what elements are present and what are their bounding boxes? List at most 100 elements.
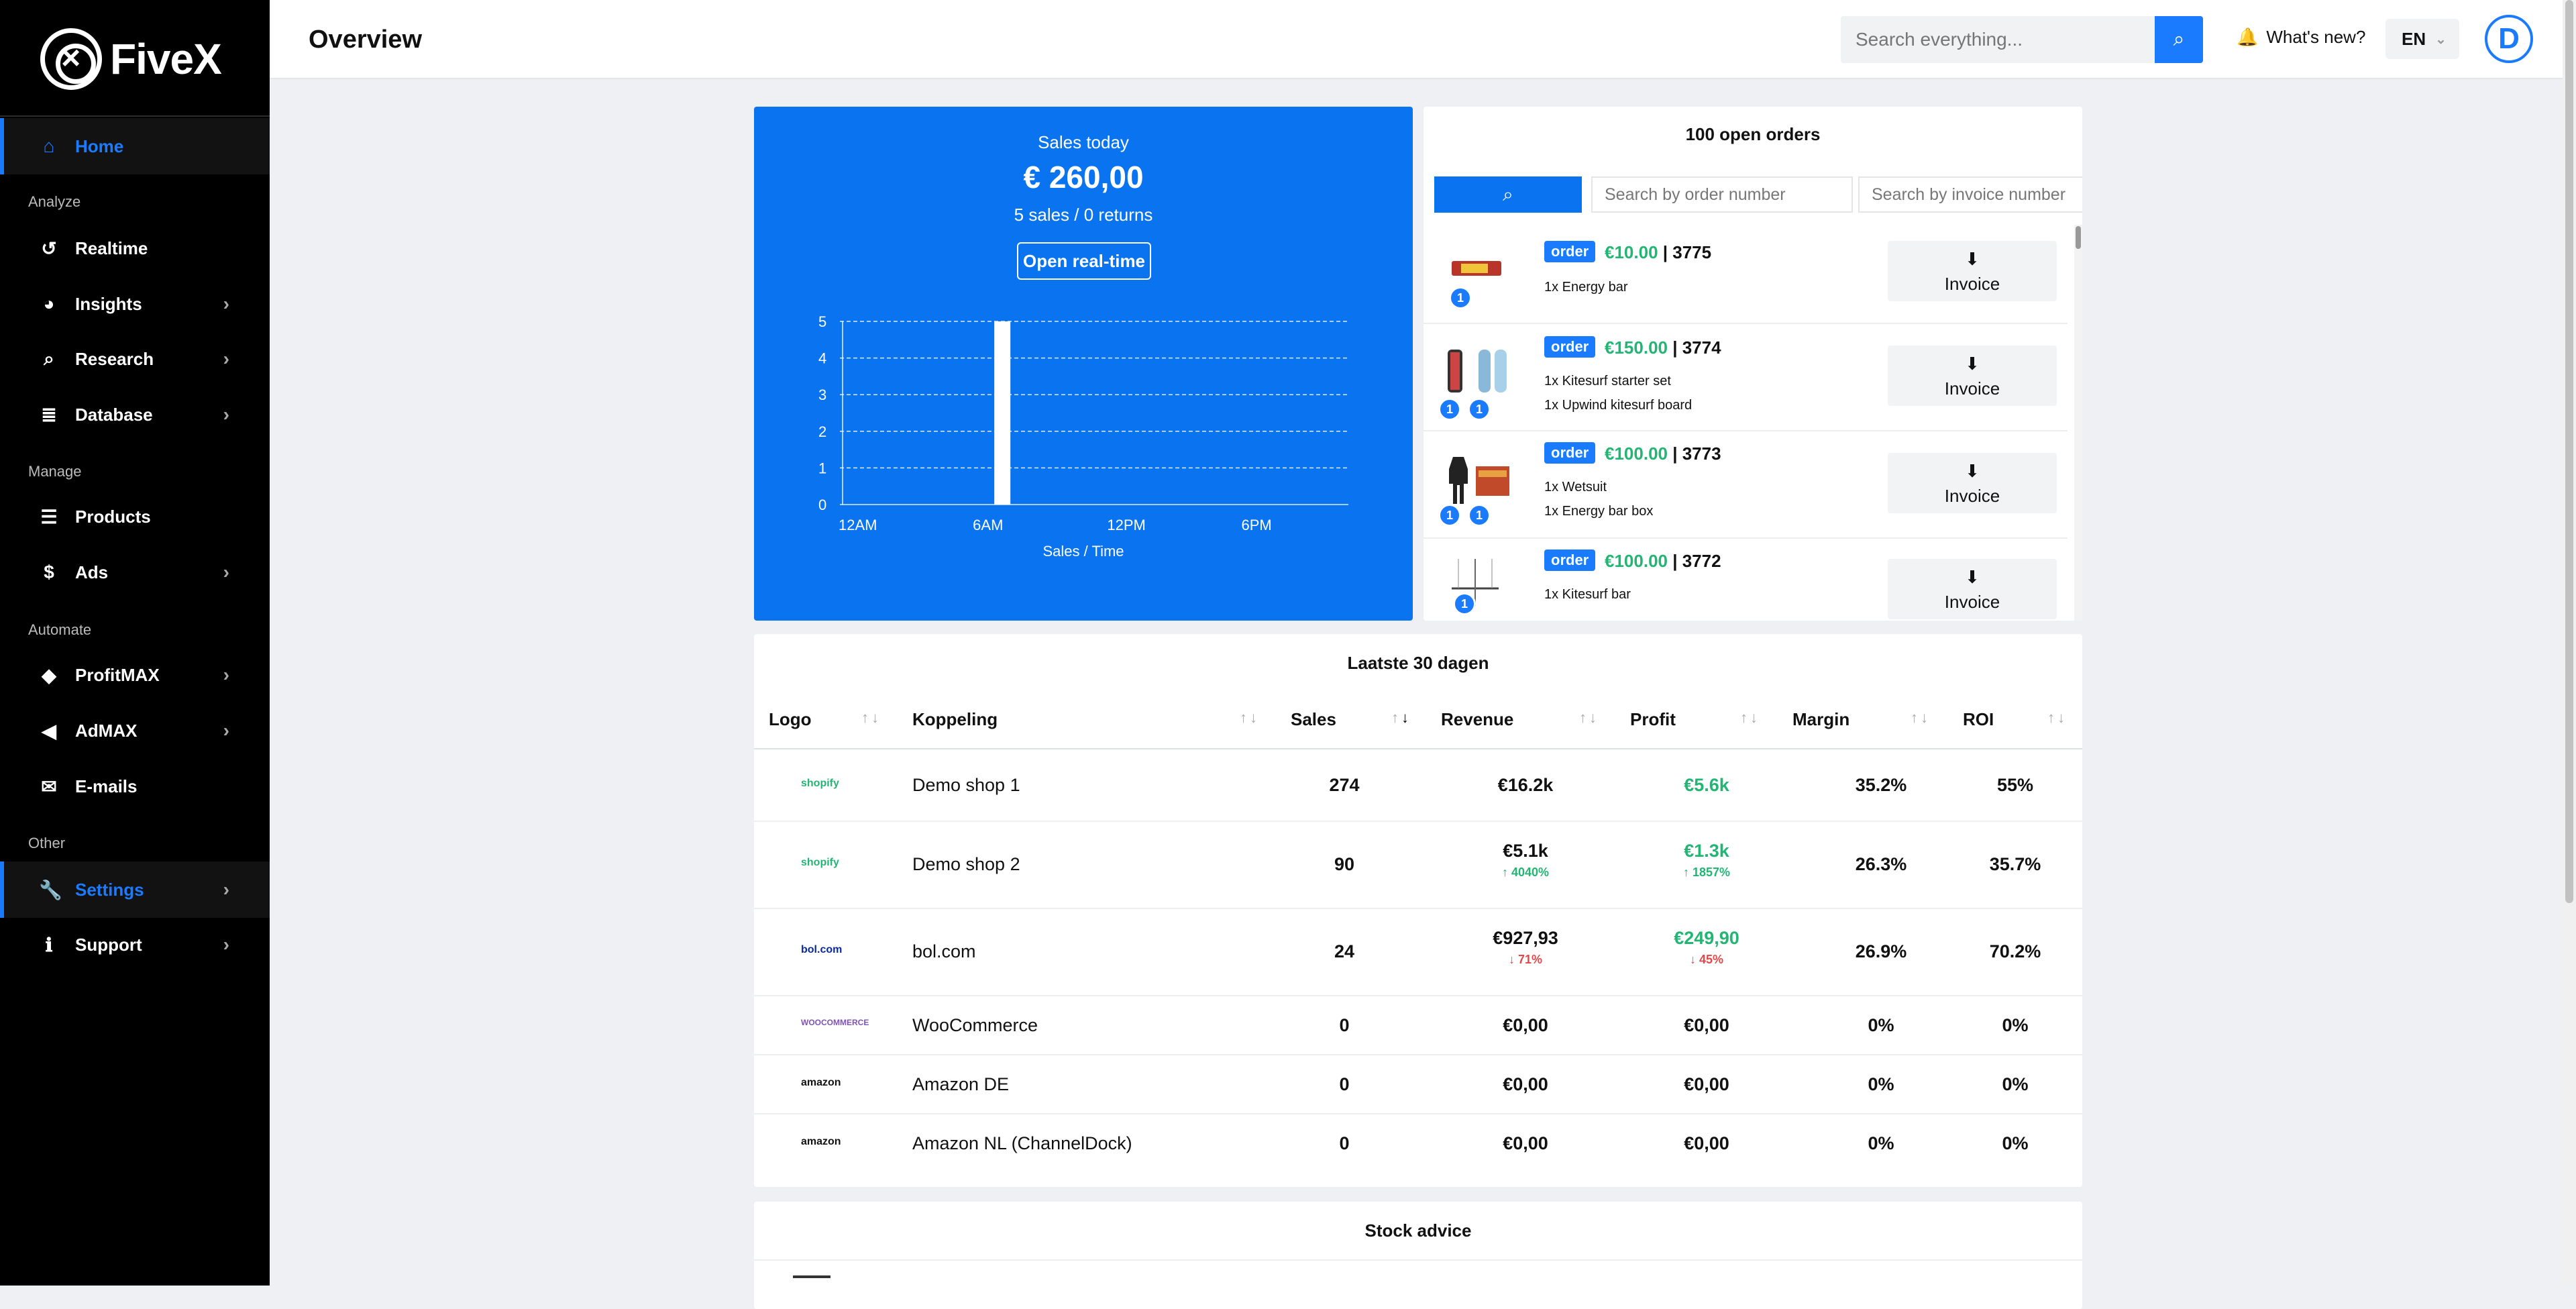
table-row[interactable]: amazon Amazon DE 0 €0,00 €0,00 0% 0% bbox=[754, 1055, 2082, 1114]
sidebar-item-emails[interactable]: ✉ E-mails bbox=[0, 758, 270, 815]
table-row[interactable]: bol.com bol.com 24 €927,93 ↓ 71% €249,90 ↓… bbox=[754, 909, 2082, 996]
product-image-kitesurf-set bbox=[1448, 350, 1507, 392]
channel-name: bol.com bbox=[912, 941, 976, 961]
table-row[interactable]: WOOCOMMERCE WooCommerce 0 €0,00 €0,00 0%… bbox=[754, 996, 2082, 1055]
invoice-button[interactable]: ⬇ Invoice bbox=[1888, 241, 2057, 301]
column-header-roi[interactable]: ROI bbox=[1963, 709, 1994, 730]
page-title: Overview bbox=[309, 25, 422, 54]
chevron-right-icon: › bbox=[223, 562, 229, 582]
envelope-icon: ✉ bbox=[41, 776, 57, 797]
sort-desc-icon[interactable]: ↑↓ bbox=[1391, 709, 1411, 727]
order-row[interactable]: 1 1 order €150.00 | 3774 1x Kitesurf sta… bbox=[1424, 324, 2068, 431]
column-header-revenue[interactable]: Revenue bbox=[1441, 709, 1513, 730]
chart-x-tick-label: 6PM bbox=[1242, 517, 1272, 533]
margin-value: 0% bbox=[1868, 1015, 1894, 1035]
page-scrollbar-thumb[interactable] bbox=[2565, 0, 2573, 903]
quantity-badge: 1 bbox=[1468, 398, 1491, 421]
language-select[interactable]: EN ⌄ bbox=[2385, 19, 2459, 59]
sidebar-item-label: Settings bbox=[75, 879, 144, 900]
order-row[interactable]: 1 order €100.00 | 3772 1x Kitesurf bar ⬇… bbox=[1424, 539, 2068, 621]
download-icon: ⬇ bbox=[1965, 249, 1980, 269]
channel-name: Amazon DE bbox=[912, 1074, 1010, 1094]
whats-new-label: What's new? bbox=[2266, 27, 2366, 47]
chart-y-tick-label: 4 bbox=[818, 350, 826, 367]
channel-name: WooCommerce bbox=[912, 1015, 1038, 1035]
roi-value: 0% bbox=[2002, 1015, 2029, 1035]
quantity-badge: 1 bbox=[1438, 398, 1461, 421]
search-order-number-input[interactable]: Search by order number bbox=[1591, 176, 1853, 213]
sidebar-item-admax[interactable]: ◀ AdMAX › bbox=[0, 702, 270, 759]
column-header-koppeling[interactable]: Koppeling bbox=[912, 709, 998, 730]
invoice-button[interactable]: ⬇ Invoice bbox=[1888, 559, 2057, 619]
search-invoice-number-input[interactable]: Search by invoice number bbox=[1858, 176, 2082, 213]
order-number: 3773 bbox=[1682, 443, 1721, 464]
list-icon: ☰ bbox=[40, 506, 58, 527]
profit-value: €0,00 bbox=[1684, 1074, 1729, 1094]
sidebar-item-label: Insights bbox=[75, 293, 142, 314]
megaphone-icon: ◀ bbox=[42, 720, 56, 741]
column-header-margin[interactable]: Margin bbox=[1792, 709, 1849, 730]
margin-value: 35.2% bbox=[1855, 775, 1907, 795]
sort-icon[interactable]: ↑↓ bbox=[1911, 709, 1931, 727]
global-search-button[interactable]: ⌕ bbox=[2155, 16, 2203, 63]
margin-value: 0% bbox=[1868, 1074, 1894, 1094]
invoice-button[interactable]: ⬇ Invoice bbox=[1888, 453, 2057, 513]
sidebar-item-products[interactable]: ☰ Products bbox=[0, 488, 270, 545]
order-price: €10.00 bbox=[1605, 242, 1658, 262]
sidebar-item-profitmax[interactable]: ◆ ProfitMAX › bbox=[0, 647, 270, 703]
channel-name: Demo shop 2 bbox=[912, 854, 1020, 874]
sidebar-item-ads[interactable]: $ Ads › bbox=[0, 544, 270, 600]
sort-icon[interactable]: ↑↓ bbox=[1240, 709, 1260, 727]
margin-value: 26.9% bbox=[1855, 941, 1907, 961]
sidebar-item-label: Realtime bbox=[75, 238, 148, 258]
bol-logo: bol.com bbox=[801, 944, 843, 955]
profit-value: €0,00 bbox=[1684, 1015, 1729, 1035]
order-item: 1x Kitesurf starter set bbox=[1544, 374, 1671, 388]
sidebar-item-database[interactable]: ≣ Database › bbox=[0, 386, 270, 443]
sort-icon[interactable]: ↑↓ bbox=[1579, 709, 1599, 727]
order-tag: order bbox=[1544, 442, 1596, 464]
quantity-badge: 1 bbox=[1438, 504, 1461, 527]
sidebar-item-label: Home bbox=[75, 136, 124, 156]
download-icon: ⬇ bbox=[1965, 567, 1980, 587]
arrow-up-icon: ↑ bbox=[1682, 866, 1693, 879]
sort-icon[interactable]: ↑↓ bbox=[1740, 709, 1760, 727]
channel-name: Amazon NL (ChannelDock) bbox=[912, 1133, 1132, 1153]
history-icon: ↺ bbox=[41, 238, 57, 259]
divider bbox=[754, 1259, 2082, 1261]
whats-new-button[interactable]: 🔔 What's new? bbox=[2237, 27, 2365, 48]
order-row[interactable]: 1 order €10.00 | 3775 1x Energy bar ⬇ Inv… bbox=[1424, 225, 2068, 324]
sidebar-item-research[interactable]: ⌕ Research › bbox=[0, 331, 270, 387]
global-search-input[interactable] bbox=[1856, 29, 2137, 50]
sidebar-item-realtime[interactable]: ↺ Realtime bbox=[0, 220, 270, 276]
section-label-automate: Automate bbox=[28, 621, 92, 638]
chevron-right-icon: › bbox=[223, 293, 229, 314]
global-search[interactable] bbox=[1841, 16, 2156, 63]
invoice-label: Invoice bbox=[1944, 486, 2000, 506]
table-row[interactable]: shopify Demo shop 2 90 €5.1k ↑ 4040% €1.3… bbox=[754, 822, 2082, 909]
sort-icon[interactable]: ↑↓ bbox=[861, 709, 881, 727]
chart-bar[interactable] bbox=[994, 321, 1011, 505]
sidebar-item-settings[interactable]: 🔧 Settings › bbox=[0, 861, 270, 918]
invoice-button[interactable]: ⬇ Invoice bbox=[1888, 346, 2057, 406]
sort-icon[interactable]: ↑↓ bbox=[2047, 709, 2068, 727]
sidebar-item-home[interactable]: ⌂ Home bbox=[0, 118, 270, 174]
user-avatar[interactable]: D bbox=[2485, 15, 2533, 63]
table-row[interactable]: amazon Amazon NL (ChannelDock) 0 €0,00 €… bbox=[754, 1114, 2082, 1173]
orders-scrollbar[interactable] bbox=[2074, 225, 2082, 621]
shopify-logo: shopify bbox=[801, 778, 839, 789]
column-header-sales[interactable]: Sales bbox=[1291, 709, 1336, 730]
chart-x-tick-label: 12AM bbox=[839, 517, 877, 533]
logo-icon bbox=[40, 28, 102, 90]
chart-y-tick-label: 3 bbox=[818, 386, 826, 403]
order-search-button[interactable]: ⌕ bbox=[1434, 176, 1582, 213]
sidebar-item-support[interactable]: ℹ Support › bbox=[0, 917, 270, 973]
table-row[interactable]: shopify Demo shop 1 274 €16.2k €5.6k 35.… bbox=[754, 749, 2082, 822]
profit-cell: €249,90 ↓ 45% bbox=[1653, 928, 1760, 967]
orders-scrollbar-thumb[interactable] bbox=[2076, 226, 2081, 249]
column-header-profit[interactable]: Profit bbox=[1630, 709, 1676, 730]
column-header-logo[interactable]: Logo bbox=[769, 709, 812, 730]
order-row[interactable]: 1 1 order €100.00 | 3773 1x Wetsuit 1x E… bbox=[1424, 431, 2068, 539]
app-logo[interactable]: FiveX bbox=[40, 25, 222, 93]
sidebar-item-insights[interactable]: ◕ Insights › bbox=[0, 276, 270, 332]
